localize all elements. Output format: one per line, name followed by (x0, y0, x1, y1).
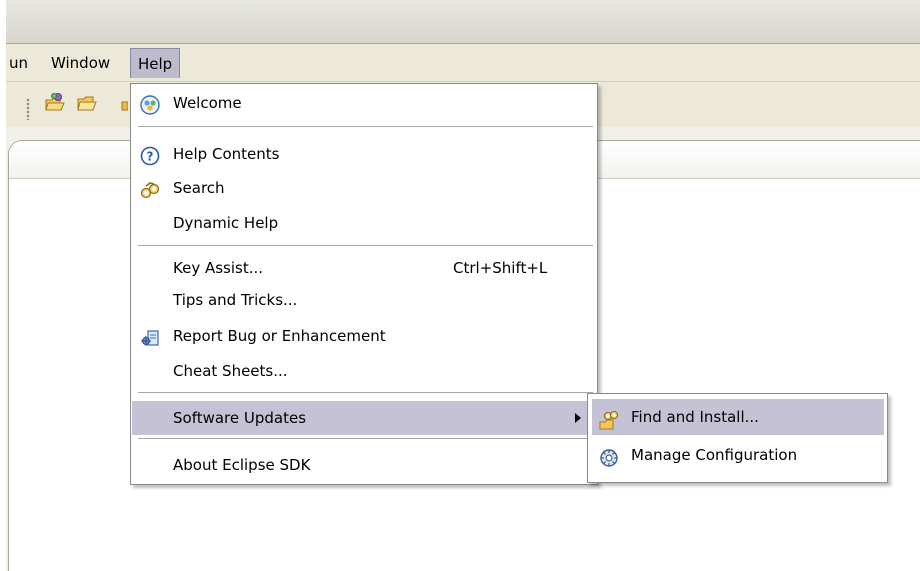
menu-item-label: Help Contents (173, 145, 280, 163)
menu-item-cheat-sheets[interactable]: Cheat Sheets... (132, 354, 596, 388)
svg-text:?: ? (147, 150, 154, 164)
menu-item-dynamic-help[interactable]: Dynamic Help (132, 206, 596, 240)
menu-item-label: Find and Install... (631, 408, 759, 426)
menu-item-label: Welcome (173, 94, 242, 112)
welcome-icon (140, 93, 160, 115)
menu-item-label: About Eclipse SDK (173, 456, 311, 474)
menu-help[interactable]: Help (130, 48, 181, 78)
menu-item-label: Cheat Sheets... (173, 362, 288, 380)
menu-item-label: Report Bug or Enhancement (173, 327, 386, 345)
menu-run[interactable]: un (6, 48, 35, 78)
submenu-arrow-icon (575, 413, 581, 423)
bug-report-icon (140, 326, 160, 346)
menu-window[interactable]: Window (44, 48, 117, 78)
open-project-icon[interactable] (44, 92, 66, 114)
toolbar-grip[interactable] (26, 98, 30, 120)
menu-item-label: Tips and Tricks... (173, 291, 298, 309)
search-binoculars-icon (140, 178, 160, 199)
menu-bar: un Window Help (6, 44, 920, 82)
menu-item-label: Key Assist... (173, 259, 264, 277)
menu-separator (138, 392, 593, 394)
menu-item-search[interactable]: Search (132, 171, 596, 205)
find-install-icon (599, 407, 619, 430)
menu-item-manage-configuration[interactable]: Manage Configuration (592, 437, 884, 473)
menu-item-label: Dynamic Help (173, 214, 279, 232)
menu-item-tips-and-tricks[interactable]: Tips and Tricks... (132, 283, 596, 317)
title-bar (6, 0, 920, 44)
menu-item-find-and-install[interactable]: Find and Install... (592, 399, 884, 435)
toolbar-partial-icon[interactable] (112, 92, 129, 114)
menu-separator (138, 126, 593, 128)
open-folder-icon[interactable] (76, 92, 98, 114)
menu-item-welcome[interactable]: Welcome (132, 86, 596, 120)
menu-item-accelerator: Ctrl+Shift+L (453, 259, 548, 277)
menu-item-software-updates[interactable]: Software Updates (132, 401, 596, 435)
menu-item-report-bug[interactable]: Report Bug or Enhancement (132, 319, 596, 353)
menu-separator (138, 438, 593, 440)
help-question-icon: ? (140, 144, 160, 166)
menu-item-label: Manage Configuration (631, 446, 798, 464)
manage-configuration-icon (599, 445, 619, 467)
menu-item-key-assist[interactable]: Key Assist... Ctrl+Shift+L (132, 251, 596, 285)
menu-item-label: Search (173, 179, 225, 197)
software-updates-submenu: Find and Install... Manage Configuration (587, 393, 888, 483)
help-menu-dropdown: Welcome ? Help Contents Search Dynamic H… (130, 83, 598, 485)
menu-item-about[interactable]: About Eclipse SDK (132, 448, 596, 482)
menu-separator (138, 245, 593, 247)
menu-item-help-contents[interactable]: ? Help Contents (132, 137, 596, 171)
menu-item-label: Software Updates (173, 409, 307, 427)
